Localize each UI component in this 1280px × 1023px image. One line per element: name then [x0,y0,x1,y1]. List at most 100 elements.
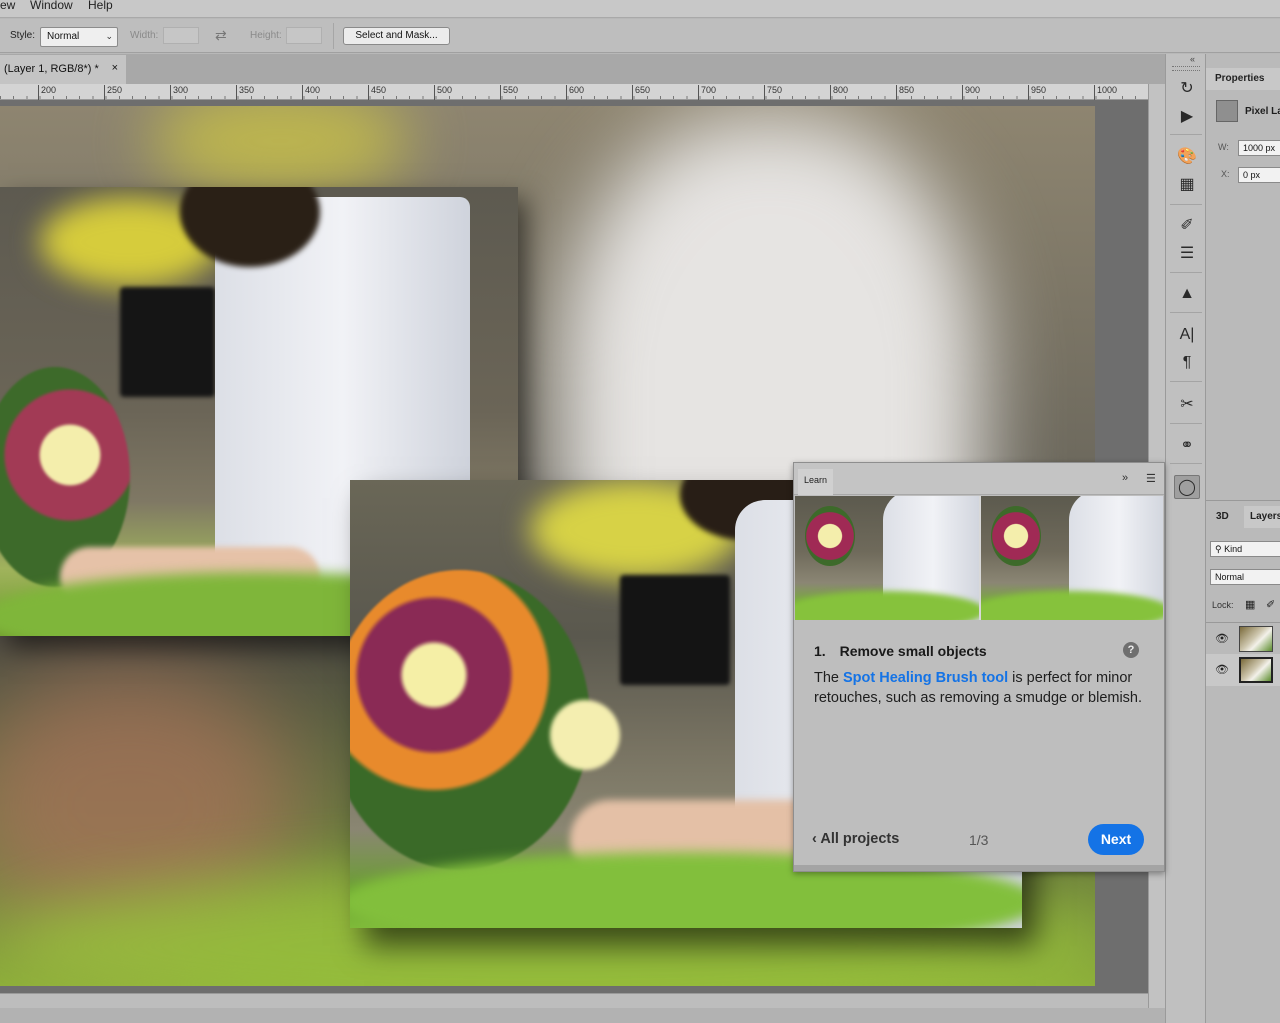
paragraph-icon[interactable]: ¶ [1174,351,1200,375]
chevron-left-icon: ‹ [812,831,817,847]
icon-group-divider [1170,312,1202,313]
pixel-layer-icon [1216,100,1238,122]
tab-3d[interactable]: 3D [1216,506,1229,528]
panel-menu-icon[interactable]: ☰ [1146,472,1156,485]
horizontal-ruler: 200 250 300 350 400 450 500 550 600 650 … [0,84,1148,100]
visibility-eye-icon[interactable]: 👁 [1215,632,1229,645]
color-palette-icon[interactable]: 🎨 [1174,145,1200,169]
learn-lightbulb-icon[interactable]: ◯ [1174,475,1200,499]
x-prop-field[interactable]: 0 px [1238,167,1280,183]
step-description-start: The [814,670,844,686]
chevron-down-icon: ⌄ [105,31,113,41]
collapse-double-chevron-icon[interactable]: » [1122,472,1128,484]
learn-panel: Learn » ☰ 1. Remove small objects ? The … [793,462,1165,872]
ruler-tick: 500 [434,85,452,100]
black-pot [120,287,215,397]
icon-group-divider [1170,381,1202,382]
spot-healing-brush-link[interactable]: Spot Healing Brush tool [843,670,1008,686]
step-number: 1. [814,643,826,659]
menu-bar: ew Window Help [0,0,1280,18]
width-field[interactable] [163,27,199,44]
ruler-tick: 700 [698,85,716,100]
x-prop-label: X: [1221,169,1230,179]
right-panel-column: Properties Pixel La W: 1000 px X: 0 px 3… [1205,54,1280,1023]
layers-list-divider [1206,622,1280,623]
options-bar: Style: Normal ⌄ Width: ⇄ Height: Select … [0,19,1280,53]
step-pager: 1/3 [969,832,989,848]
ruler-tick: 200 [38,85,56,100]
ruler-tick: 650 [632,85,650,100]
ruler-tick: 600 [566,85,584,100]
swatches-grid-icon[interactable]: ▦ [1174,173,1200,197]
close-tab-icon[interactable]: × [112,62,118,74]
ruler-tick: 250 [104,85,122,100]
layer-row-selected[interactable]: 👁 [1206,654,1280,686]
menu-view[interactable]: ew [0,0,15,11]
menu-window[interactable]: Window [30,0,73,11]
width-label: Width: [130,30,159,41]
menu-help[interactable]: Help [88,0,113,11]
learn-panel-header: Learn » ☰ [794,463,1164,495]
blend-mode-select[interactable]: Normal [1210,569,1280,585]
icon-group-divider [1170,463,1202,464]
tab-properties[interactable]: Properties [1206,68,1280,90]
step-title: Remove small objects [839,643,987,659]
visibility-eye-icon[interactable]: 👁 [1215,663,1229,676]
width-prop-field[interactable]: 1000 px [1238,140,1280,156]
next-button[interactable]: Next [1088,824,1144,855]
panel-grip[interactable] [1172,66,1200,71]
actions-play-icon[interactable]: ▶ [1174,105,1200,129]
style-select-value: Normal [47,31,80,42]
ruler-tick: 1000 [1094,85,1117,100]
document-tab-strip: (Layer 1, RGB/8*) * × [0,54,1165,84]
libraries-icon[interactable]: ⚭ [1174,434,1200,458]
ruler-tick: 950 [1028,85,1046,100]
swap-dimensions-icon[interactable]: ⇄ [215,27,227,44]
adjustments-sliders-icon[interactable]: ☰ [1174,242,1200,266]
ruler-tick: 450 [368,85,386,100]
layer-thumbnail [1239,626,1273,652]
style-select[interactable]: Normal ⌄ [40,27,118,47]
character-icon[interactable]: A| [1174,323,1200,347]
ruler-tick: 750 [764,85,782,100]
bouquet [805,506,855,566]
horizontal-scrollbar[interactable] [0,993,1148,1008]
tab-learn[interactable]: Learn [798,469,834,495]
icon-group-divider [1170,423,1202,424]
ruler-tick: 550 [500,85,518,100]
tool-presets-icon[interactable]: ✂ [1174,393,1200,417]
lock-label: Lock: [1212,600,1234,610]
greens [795,591,979,620]
brushes-icon[interactable]: ✐ [1174,214,1200,238]
panel-icon-column: « ↻ ▶ 🎨 ▦ ✐ ☰ ▲ A| ¶ ✂ ⚭ ◯ [1165,54,1205,1023]
layer-filter-field[interactable]: ⚲ Kind [1210,541,1280,557]
photoshop-window: ew Window Help Style: Normal ⌄ Width: ⇄ … [0,0,1280,1023]
clone-source-stamp-icon[interactable]: ▲ [1174,282,1200,306]
height-field[interactable] [286,27,322,44]
select-and-mask-button[interactable]: Select and Mask... [343,27,450,45]
icon-group-divider [1170,134,1202,135]
bouquet [991,506,1041,566]
panel-divider [1206,500,1280,501]
width-prop-label: W: [1218,142,1229,152]
layer-thumbnail [1239,657,1273,683]
lock-brush-icon[interactable]: ✐ [1266,598,1275,611]
options-divider [333,23,334,49]
panel-resize-grip[interactable] [794,865,1164,871]
yellow-rose [550,700,620,770]
greens [981,591,1163,620]
before-image [795,496,979,620]
lock-transparency-icon[interactable]: ▦ [1245,598,1255,611]
ruler-tick: 350 [236,85,254,100]
collapse-panels-icon[interactable]: « [1190,54,1195,64]
history-icon[interactable]: ↻ [1174,77,1200,101]
all-projects-link[interactable]: ‹ All projects [812,831,899,847]
document-tab[interactable]: (Layer 1, RGB/8*) * × [0,55,126,84]
after-image [981,496,1163,620]
help-icon[interactable]: ? [1123,642,1139,658]
status-bar [0,1008,1165,1023]
layer-row[interactable]: 👁 [1206,624,1280,654]
layer-filter-kind: Kind [1224,544,1243,554]
tab-layers[interactable]: Layers [1244,506,1280,528]
yellow-flowers-blur [150,106,410,196]
